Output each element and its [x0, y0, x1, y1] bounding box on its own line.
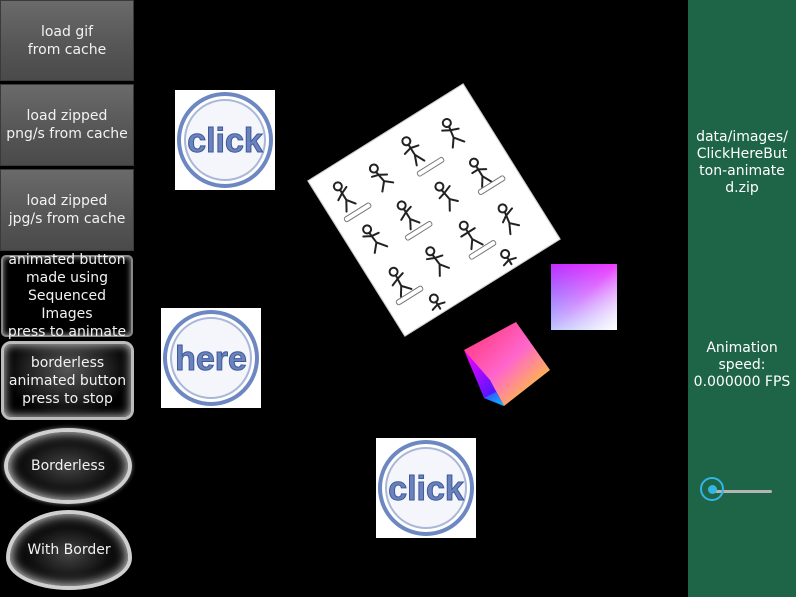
here-text: here	[175, 340, 247, 378]
click-image-bottom[interactable]: click	[376, 438, 476, 538]
animation-speed-value: 0.000000 FPS	[693, 374, 791, 390]
click-image-top[interactable]: click	[175, 90, 275, 190]
load-zipped-png-button[interactable]: load zipped png/s from cache	[0, 84, 134, 166]
animation-speed-title: Animation speed:	[706, 340, 778, 373]
load-gif-button[interactable]: load gif from cache	[0, 0, 134, 81]
source-path-label: data/images/ClickHereButton-animated.zip	[696, 129, 788, 196]
here-image[interactable]: here	[161, 308, 261, 408]
with-border-button[interactable]: With Border	[6, 510, 132, 590]
animated-sequence-button[interactable]: animated button made using Sequenced Ima…	[1, 252, 133, 340]
borderless-animated-button[interactable]: borderless animated button press to stop	[1, 341, 134, 420]
info-panel: data/images/ClickHereButton-animated.zip…	[688, 0, 796, 597]
click-badge-icon: click	[378, 440, 474, 536]
click-text: click	[187, 122, 263, 160]
speed-slider-thumb[interactable]	[700, 477, 724, 501]
here-badge-icon: here	[163, 310, 259, 406]
animation-speed-label: Animation speed: 0.000000 FPS	[692, 340, 792, 391]
color-cube-icon	[551, 264, 617, 330]
click-text: click	[388, 470, 464, 508]
load-zipped-jpg-button[interactable]: load zipped jpg/s from cache	[0, 169, 134, 251]
borderless-button[interactable]: Borderless	[4, 428, 132, 504]
color-cube-icon	[464, 322, 550, 406]
stick-figure-icon	[332, 117, 521, 311]
sidebar: load gif from cache load zipped png/s fr…	[0, 0, 136, 597]
click-badge-icon: click	[177, 92, 273, 188]
stick-figure-sprite-sheet	[307, 83, 561, 337]
slider-dot-icon	[707, 484, 717, 494]
